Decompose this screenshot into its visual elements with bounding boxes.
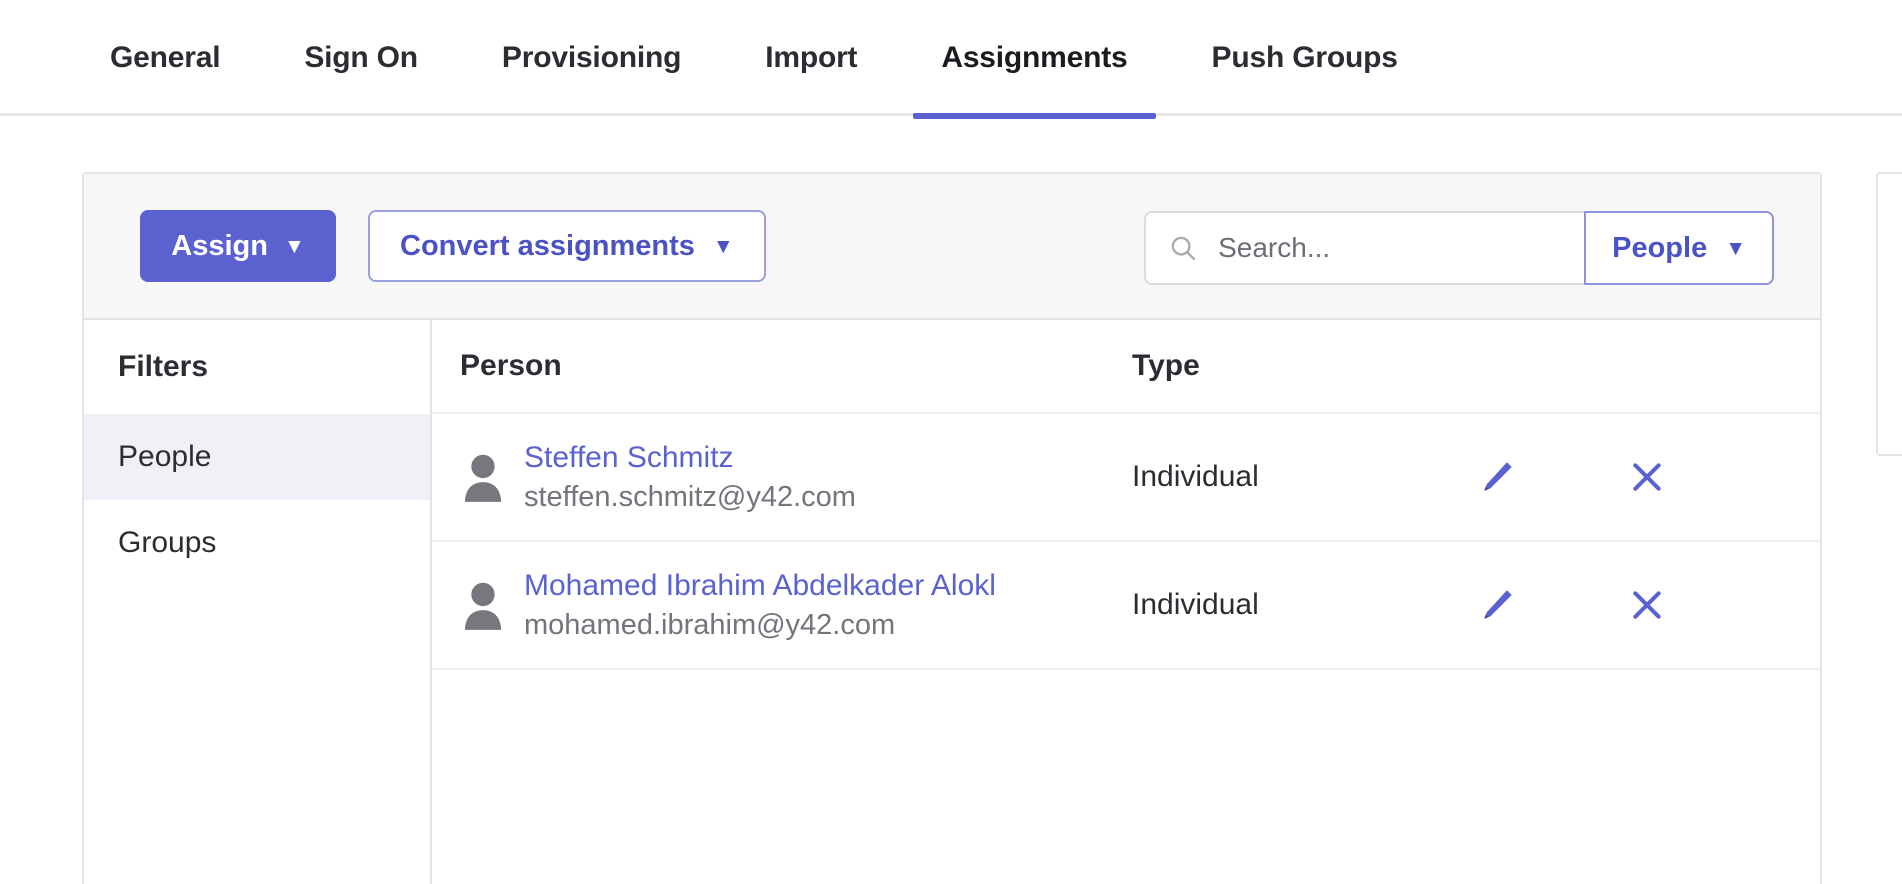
table-row: Mohamed Ibrahim Abdelkader Alokl mohamed… (432, 542, 1820, 670)
person-email: mohamed.ibrahim@y42.com (524, 608, 896, 641)
edit-assignment-button[interactable] (1422, 456, 1572, 498)
assignments-page: General Sign On Provisioning Import Assi… (0, 0, 1902, 884)
filter-item-people-label: People (118, 440, 212, 473)
tab-general-label: General (110, 41, 221, 74)
person-name-link[interactable]: Mohamed Ibrahim Abdelkader Alokl (524, 569, 996, 603)
table-header-row: Person Type (432, 320, 1820, 414)
tab-import-label: Import (765, 41, 858, 74)
column-header-person: Person (460, 349, 562, 382)
filters-sidebar: Filters People Groups (84, 320, 432, 884)
person-avatar-icon (464, 582, 502, 630)
assignment-type: Individual (1132, 588, 1259, 621)
close-icon (1633, 591, 1661, 619)
convert-assignments-label: Convert assignments (400, 229, 695, 262)
column-header-type: Type (1132, 349, 1200, 382)
assignments-table: Person Type Steffen Schmitz steffen.schm… (432, 320, 1820, 884)
person-text: Mohamed Ibrahim Abdelkader Alokl mohamed… (524, 569, 996, 642)
tab-general[interactable]: General (82, 0, 248, 116)
person-text: Steffen Schmitz steffen.schmitz@y42.com (524, 441, 856, 514)
close-icon (1633, 463, 1661, 491)
tab-sign-on[interactable]: Sign On (276, 0, 446, 116)
people-filter-dropdown[interactable]: People ▼ (1584, 211, 1774, 285)
chevron-down-icon: ▼ (712, 234, 734, 258)
tab-assignments-label: Assignments (941, 41, 1128, 74)
tab-sign-on-label: Sign On (304, 41, 418, 74)
person-name-link[interactable]: Steffen Schmitz (524, 441, 856, 475)
pencil-icon (1484, 590, 1512, 619)
filter-item-people[interactable]: People (84, 414, 430, 500)
filters-heading: Filters (84, 320, 430, 414)
chevron-down-icon: ▼ (283, 234, 305, 258)
filters-heading-label: Filters (118, 350, 209, 383)
tab-assignments[interactable]: Assignments (913, 0, 1156, 119)
assignments-body: Filters People Groups Person Type Steffe… (84, 320, 1820, 884)
person-cell: Mohamed Ibrahim Abdelkader Alokl mohamed… (432, 569, 1132, 642)
assignments-card: Assign ▼ Convert assignments ▼ People ▼ (82, 172, 1822, 884)
person-email: steffen.schmitz@y42.com (524, 480, 856, 513)
search-icon (1171, 236, 1196, 260)
tab-provisioning-label: Provisioning (501, 41, 682, 74)
tab-push-groups-label: Push Groups (1211, 41, 1398, 74)
remove-assignment-button[interactable] (1572, 457, 1722, 497)
search-input[interactable] (1218, 232, 1549, 264)
tab-provisioning[interactable]: Provisioning (474, 0, 709, 116)
people-filter-label: People (1612, 231, 1708, 264)
table-row: Steffen Schmitz steffen.schmitz@y42.com … (432, 414, 1820, 542)
assignment-type: Individual (1132, 460, 1259, 493)
filter-item-groups-label: Groups (118, 526, 217, 559)
right-panel-edge (1876, 172, 1902, 456)
settings-tab-bar: General Sign On Provisioning Import Assi… (0, 0, 1902, 119)
search-box[interactable] (1144, 211, 1585, 285)
convert-assignments-button[interactable]: Convert assignments ▼ (368, 210, 766, 282)
remove-assignment-button[interactable] (1572, 585, 1722, 625)
assign-button-label: Assign (171, 229, 268, 262)
assign-button[interactable]: Assign ▼ (140, 210, 336, 282)
tab-push-groups[interactable]: Push Groups (1184, 0, 1426, 116)
tab-import[interactable]: Import (737, 0, 885, 116)
person-avatar-icon (464, 454, 502, 502)
person-cell: Steffen Schmitz steffen.schmitz@y42.com (432, 441, 1132, 514)
pencil-icon (1484, 462, 1512, 491)
chevron-down-icon: ▼ (1725, 236, 1746, 260)
search-controls: People ▼ (1144, 211, 1774, 285)
filter-item-groups[interactable]: Groups (84, 500, 430, 586)
assignments-toolbar: Assign ▼ Convert assignments ▼ People ▼ (84, 174, 1820, 320)
table-empty-area (432, 670, 1820, 840)
edit-assignment-button[interactable] (1422, 584, 1572, 626)
